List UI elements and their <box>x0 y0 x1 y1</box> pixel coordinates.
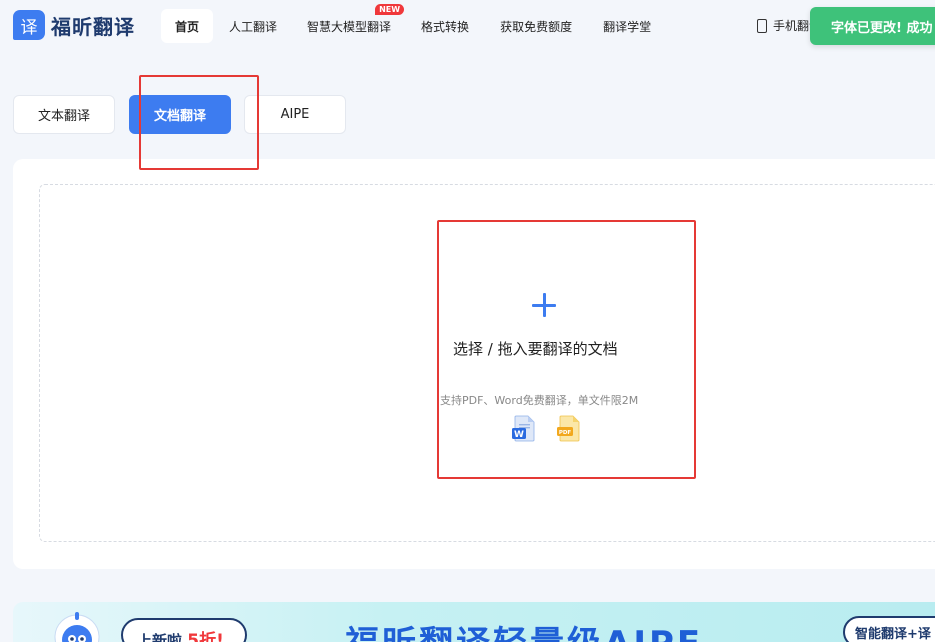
nav-label: 翻译学堂 <box>603 19 652 34</box>
nav-item-translation-academy[interactable]: 翻译学堂 <box>590 9 664 43</box>
tab-text-translation[interactable]: 文本翻译 <box>13 95 115 134</box>
nav-label: 首页 <box>175 19 200 34</box>
nav-label: 获取免费额度 <box>500 19 573 34</box>
nav-item-llm-translation[interactable]: 智慧大模型翻译 NEW <box>294 4 405 43</box>
toast-text: 字体已更改! 成功 <box>831 20 933 36</box>
nav-label: 智慧大模型翻译 <box>307 19 392 34</box>
top-header: 译 福昕翻译 首页 人工翻译 智慧大模型翻译 NEW 格式转换 获取免费额度 翻… <box>0 0 935 54</box>
robot-mascot-icon <box>54 612 100 642</box>
phone-icon <box>757 18 767 33</box>
nav-item-free-quota[interactable]: 获取免费额度 <box>487 9 585 43</box>
success-toast: 字体已更改! 成功 <box>810 7 935 45</box>
main-nav: 首页 人工翻译 智慧大模型翻译 NEW 格式转换 获取免费额度 翻译学堂 <box>161 4 664 43</box>
tab-document-translation[interactable]: 文档翻译 <box>129 95 231 134</box>
logo-char: 译 <box>20 17 38 38</box>
tab-label: AIPE <box>280 107 310 122</box>
translate-logo-icon: 译 <box>13 10 45 40</box>
plus-icon[interactable] <box>531 292 557 318</box>
pdf-file-icon: PDF <box>557 415 580 442</box>
tab-aipe[interactable]: AIPE <box>244 95 346 134</box>
sale-pill[interactable]: 上新啦 5折! <box>121 618 247 642</box>
nav-label: 人工翻译 <box>229 19 278 34</box>
new-badge: NEW <box>375 4 405 15</box>
banner-title: 福昕翻译轻量级AIPE <box>345 616 703 642</box>
logo[interactable]: 译 福昕翻译 <box>13 10 135 40</box>
nav-item-home[interactable]: 首页 <box>161 9 214 43</box>
sale-prefix: 上新啦 <box>137 632 183 642</box>
upload-hint: 支持PDF、Word免费翻译，单文件限2M <box>440 394 639 407</box>
pdf-label: PDF <box>559 430 572 436</box>
tab-label: 文本翻译 <box>37 109 90 124</box>
upload-title[interactable]: 选择 / 拖入要翻译的文档 <box>453 338 618 359</box>
tab-label: 文档翻译 <box>153 109 206 124</box>
sale-highlight: 5折! <box>187 631 224 642</box>
nav-item-human-translation[interactable]: 人工翻译 <box>216 9 290 43</box>
word-letter: W <box>514 430 524 440</box>
file-dropzone[interactable] <box>39 184 935 542</box>
nav-item-format-conversion[interactable]: 格式转换 <box>408 9 482 43</box>
banner-right-pill[interactable]: 智能翻译+译 <box>843 616 935 642</box>
word-file-icon: W <box>512 415 535 442</box>
nav-label: 格式转换 <box>421 19 470 34</box>
logo-text: 福昕翻译 <box>51 14 135 39</box>
